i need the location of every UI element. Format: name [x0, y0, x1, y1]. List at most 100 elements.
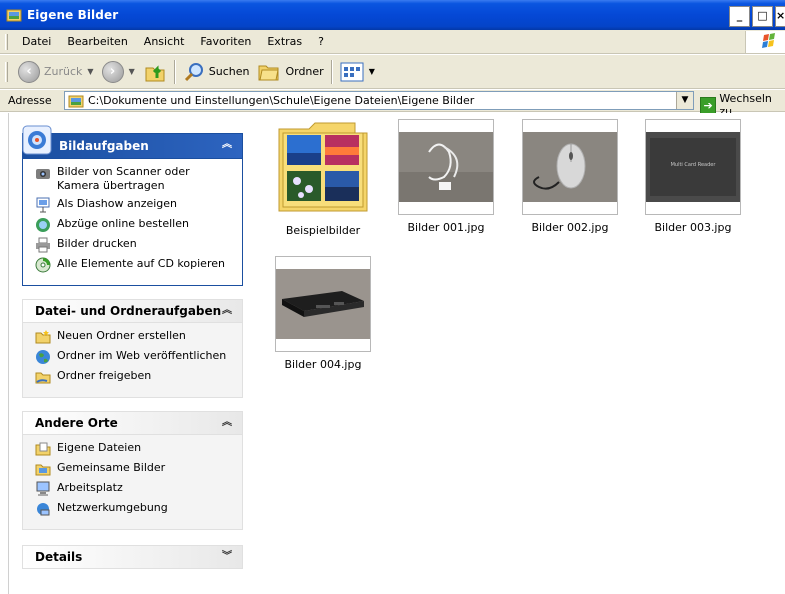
- address-input[interactable]: C:\Dokumente und Einstellungen\Schule\Ei…: [64, 91, 694, 110]
- my-documents-icon: [35, 442, 51, 456]
- image-thumbnail: [522, 119, 618, 215]
- file-tasks-title: Datei- und Ordneraufgaben: [35, 304, 222, 318]
- back-button[interactable]: ‹ Zurück ▼: [14, 58, 98, 86]
- task-scanner-camera[interactable]: Bilder von Scanner oder Kamera übertrage…: [35, 165, 234, 193]
- place-shared-pictures[interactable]: Gemeinsame Bilder: [35, 461, 234, 477]
- forward-button[interactable]: › ▼: [98, 58, 139, 86]
- task-label: Bilder von Scanner oder Kamera übertrage…: [57, 165, 190, 192]
- task-label: Ordner im Web veröffentlichen: [57, 349, 227, 362]
- photo-cable-thumbnail: [399, 132, 493, 202]
- task-label: Bilder drucken: [57, 237, 137, 250]
- collapse-chevron-icon[interactable]: ︽: [220, 304, 234, 318]
- task-order-prints[interactable]: Abzüge online bestellen: [35, 217, 234, 233]
- up-folder-icon: [145, 64, 165, 81]
- title-bar: Eigene Bilder _ □ ×: [0, 0, 785, 30]
- order-prints-icon: [36, 218, 50, 232]
- window-title: Eigene Bilder: [27, 8, 119, 22]
- details-panel: Details ︾: [22, 545, 243, 569]
- menu-ansicht[interactable]: Ansicht: [136, 31, 193, 53]
- views-dropdown-icon[interactable]: ▼: [369, 67, 375, 76]
- file-item-bilder-001[interactable]: Bilder 001.jpg: [384, 119, 508, 234]
- expand-chevron-icon[interactable]: ︾: [220, 550, 234, 564]
- photo-card-reader-side-thumbnail: [276, 269, 370, 339]
- maximize-button[interactable]: □: [752, 6, 773, 27]
- place-label: Eigene Dateien: [57, 441, 142, 454]
- task-label: Abzüge online bestellen: [57, 217, 189, 230]
- details-header[interactable]: Details ︾: [22, 545, 243, 569]
- picture-tasks-header[interactable]: Bildaufgaben ︽: [22, 125, 243, 159]
- file-item-bilder-003[interactable]: Multi Card Reader Bilder 003.jpg: [631, 119, 755, 234]
- task-label: Neuen Ordner erstellen: [57, 329, 186, 342]
- file-name: Bilder 004.jpg: [284, 358, 362, 371]
- up-folder-button[interactable]: [139, 58, 171, 86]
- folders-button[interactable]: Ordner: [253, 58, 327, 86]
- share-folder-icon: [35, 372, 51, 384]
- menu-grip[interactable]: [5, 34, 8, 50]
- address-bar: Adresse C:\Dokumente und Einstellungen\S…: [0, 90, 785, 118]
- address-label: Adresse: [8, 94, 52, 107]
- toolbar-separator: [173, 59, 176, 84]
- task-print-pictures[interactable]: Bilder drucken: [35, 237, 234, 253]
- task-label: Alle Elemente auf CD kopieren: [57, 257, 225, 270]
- file-tasks-header[interactable]: Datei- und Ordneraufgaben ︽: [22, 299, 243, 323]
- collapse-chevron-icon[interactable]: ︽: [220, 416, 234, 430]
- close-button[interactable]: ×: [775, 6, 785, 27]
- task-publish-web[interactable]: Ordner im Web veröffentlichen: [35, 349, 234, 365]
- file-item-bilder-004[interactable]: Bilder 004.jpg: [261, 256, 385, 371]
- file-item-beispielbilder[interactable]: Beispielbilder: [261, 119, 385, 237]
- task-copy-to-cd[interactable]: Alle Elemente auf CD kopieren: [35, 257, 234, 273]
- task-pane: Bildaufgaben ︽ Bilder von Scanner oder K…: [0, 113, 258, 594]
- image-thumbnail: [275, 256, 371, 352]
- file-name: Bilder 003.jpg: [654, 221, 732, 234]
- picture-tasks-title: Bildaufgaben: [59, 139, 149, 153]
- collapse-chevron-icon[interactable]: ︽: [220, 138, 234, 152]
- task-slideshow[interactable]: Als Diashow anzeigen: [35, 197, 234, 213]
- place-my-documents[interactable]: Eigene Dateien: [35, 441, 234, 457]
- task-label: Ordner freigeben: [57, 369, 152, 382]
- back-label: Zurück: [44, 65, 83, 78]
- place-my-computer[interactable]: Arbeitsplatz: [35, 481, 234, 497]
- minimize-button[interactable]: _: [729, 6, 750, 27]
- folder-thumbnail-icon: [278, 122, 368, 212]
- search-icon: [184, 62, 203, 81]
- file-name: Beispielbilder: [285, 224, 361, 237]
- forward-dropdown-icon[interactable]: ▼: [129, 67, 135, 76]
- menu-bearbeiten[interactable]: Bearbeiten: [59, 31, 135, 53]
- camera-icon: [36, 169, 50, 179]
- cd-burn-icon: [35, 257, 51, 273]
- other-places-panel: Andere Orte ︽ Eigene Dateien Gemeinsame …: [22, 411, 243, 530]
- views-button[interactable]: ▼: [336, 58, 379, 86]
- file-item-bilder-002[interactable]: Bilder 002.jpg: [508, 119, 632, 234]
- image-thumbnail: [398, 119, 494, 215]
- address-dropdown-icon[interactable]: ▼: [676, 92, 693, 109]
- place-label: Gemeinsame Bilder: [57, 461, 166, 474]
- go-arrow-icon: ➔: [700, 96, 717, 114]
- shared-pictures-icon: [35, 464, 51, 476]
- network-places-icon: [37, 503, 50, 516]
- photo-mouse-thumbnail: [523, 132, 617, 202]
- menu-extras[interactable]: Extras: [259, 31, 310, 53]
- search-label: Suchen: [208, 65, 250, 78]
- globe-icon: [36, 350, 50, 364]
- menu-bar: Datei Bearbeiten Ansicht Favoriten Extra…: [0, 30, 785, 54]
- card-reader-label: Multi Card Reader: [671, 162, 717, 168]
- task-new-folder[interactable]: Neuen Ordner erstellen: [35, 329, 234, 345]
- search-button[interactable]: Suchen: [179, 58, 254, 86]
- back-dropdown-icon[interactable]: ▼: [87, 67, 93, 76]
- windows-logo: [745, 31, 785, 53]
- file-view: Beispielbilder Bilder 001.jpg Bilder 002…: [258, 113, 785, 594]
- menu-help[interactable]: ?: [310, 31, 332, 53]
- back-arrow-icon: ‹: [18, 60, 40, 83]
- forward-arrow-icon: ›: [101, 60, 124, 83]
- address-path: C:\Dokumente und Einstellungen\Schule\Ei…: [88, 94, 475, 107]
- menu-favoriten[interactable]: Favoriten: [192, 31, 259, 53]
- place-network[interactable]: Netzwerkumgebung: [35, 501, 234, 517]
- task-share-folder[interactable]: Ordner freigeben: [35, 369, 234, 385]
- toolbar-grip[interactable]: [5, 62, 8, 82]
- other-places-header[interactable]: Andere Orte ︽: [22, 411, 243, 435]
- windows-flag-icon: [762, 33, 775, 48]
- views-icon: [340, 62, 364, 81]
- menu-datei[interactable]: Datei: [14, 31, 59, 53]
- place-label: Netzwerkumgebung: [57, 501, 168, 514]
- my-computer-icon: [36, 481, 50, 496]
